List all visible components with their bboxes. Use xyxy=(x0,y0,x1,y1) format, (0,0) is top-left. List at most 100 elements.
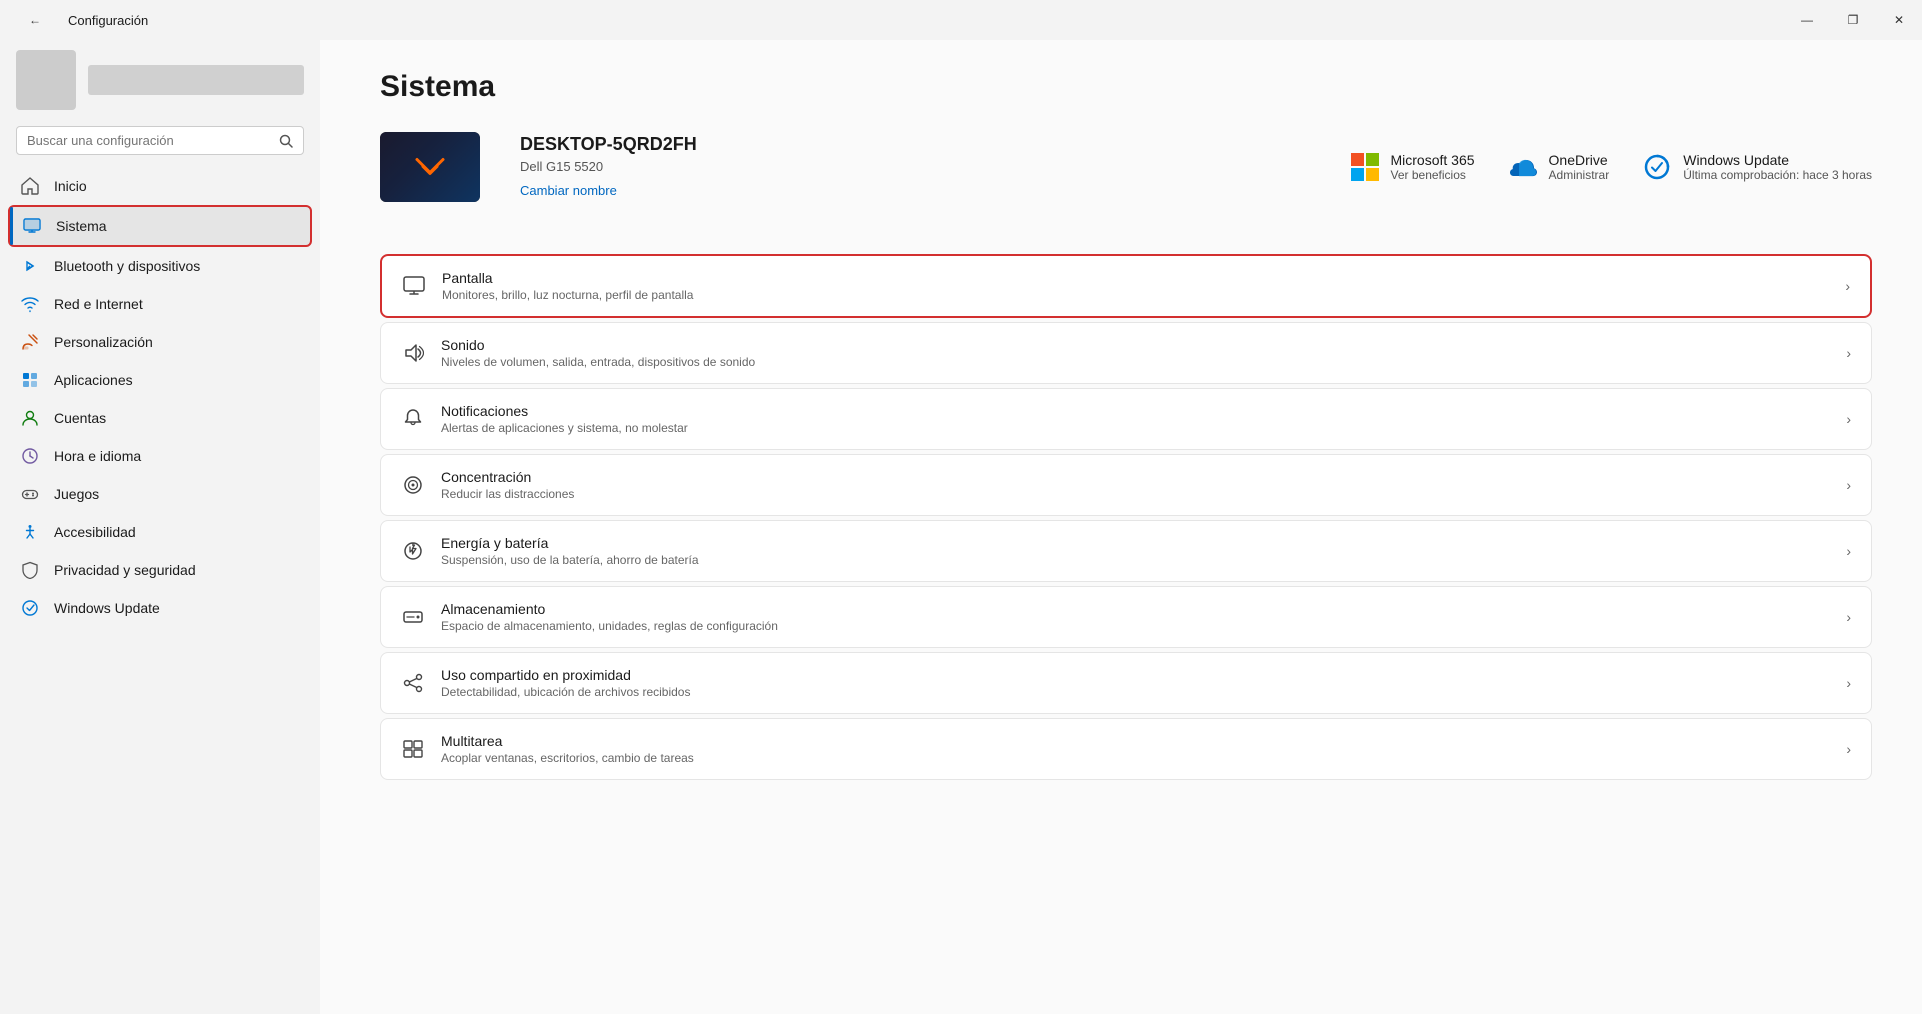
device-preview xyxy=(380,132,480,202)
ms365-link[interactable]: Microsoft 365 Ver beneficios xyxy=(1349,151,1475,183)
notificaciones-text: Notificaciones Alertas de aplicaciones y… xyxy=(441,403,1830,435)
sidebar-item-bluetooth[interactable]: Bluetooth y dispositivos xyxy=(8,247,312,285)
compartido-icon xyxy=(401,671,425,695)
energia-desc: Suspensión, uso de la batería, ahorro de… xyxy=(441,553,1830,567)
sidebar-item-juegos[interactable]: Juegos xyxy=(8,475,312,513)
home-icon xyxy=(20,176,40,196)
compartido-desc: Detectabilidad, ubicación de archivos re… xyxy=(441,685,1830,699)
sidebar-nav: Inicio Sistema xyxy=(0,167,320,627)
sidebar-label-hora: Hora e idioma xyxy=(54,448,141,464)
cuentas-icon xyxy=(20,408,40,428)
titlebar-left: ← Configuración xyxy=(12,0,148,40)
notificaciones-title: Notificaciones xyxy=(441,403,1830,419)
sidebar-label-juegos: Juegos xyxy=(54,486,99,502)
sonido-icon xyxy=(401,341,425,365)
search-box[interactable] xyxy=(16,126,304,155)
settings-item-sonido[interactable]: Sonido Niveles de volumen, salida, entra… xyxy=(380,322,1872,384)
device-image xyxy=(380,132,480,202)
almacenamiento-title: Almacenamiento xyxy=(441,601,1830,617)
compartido-text: Uso compartido en proximidad Detectabili… xyxy=(441,667,1830,699)
sidebar-item-aplicaciones[interactable]: Aplicaciones xyxy=(8,361,312,399)
ms365-sub: Ver beneficios xyxy=(1391,168,1475,182)
energia-icon xyxy=(401,539,425,563)
windowsupdate-title: Windows Update xyxy=(1683,152,1872,168)
energia-arrow: › xyxy=(1846,543,1851,559)
energia-title: Energía y batería xyxy=(441,535,1830,551)
sidebar-item-accesibilidad[interactable]: Accesibilidad xyxy=(8,513,312,551)
settings-item-compartido[interactable]: Uso compartido en proximidad Detectabili… xyxy=(380,652,1872,714)
close-button[interactable]: ✕ xyxy=(1876,0,1922,40)
almacenamiento-icon xyxy=(401,605,425,629)
sidebar-item-cuentas[interactable]: Cuentas xyxy=(8,399,312,437)
multitarea-text: Multitarea Acoplar ventanas, escritorios… xyxy=(441,733,1830,765)
sidebar-label-inicio: Inicio xyxy=(54,178,87,194)
multitarea-icon xyxy=(401,737,425,761)
sidebar-item-inicio[interactable]: Inicio xyxy=(8,167,312,205)
windowsupdate-link[interactable]: Windows Update Última comprobación: hace… xyxy=(1641,151,1872,183)
device-info: DESKTOP-5QRD2FH Dell G15 5520 Cambiar no… xyxy=(520,134,1309,200)
onedrive-link[interactable]: OneDrive Administrar xyxy=(1507,151,1610,183)
settings-item-notificaciones[interactable]: Notificaciones Alertas de aplicaciones y… xyxy=(380,388,1872,450)
search-input[interactable] xyxy=(27,133,271,148)
compartido-arrow: › xyxy=(1846,675,1851,691)
pantalla-text: Pantalla Monitores, brillo, luz nocturna… xyxy=(442,270,1829,302)
sidebar-item-windowsupdate[interactable]: Windows Update xyxy=(8,589,312,627)
sidebar-label-personalizacion: Personalización xyxy=(54,334,153,350)
sonido-text: Sonido Niveles de volumen, salida, entra… xyxy=(441,337,1830,369)
concentracion-desc: Reducir las distracciones xyxy=(441,487,1830,501)
system-links: Microsoft 365 Ver beneficios OneDrive xyxy=(1349,151,1873,183)
notificaciones-desc: Alertas de aplicaciones y sistema, no mo… xyxy=(441,421,1830,435)
onedrive-sub: Administrar xyxy=(1549,168,1610,182)
accesibilidad-icon xyxy=(20,522,40,542)
notificaciones-icon xyxy=(401,407,425,431)
sonido-desc: Niveles de volumen, salida, entrada, dis… xyxy=(441,355,1830,369)
sidebar-item-sistema[interactable]: Sistema xyxy=(8,205,312,247)
titlebar-controls: — ❐ ✕ xyxy=(1784,0,1922,40)
sidebar-label-bluetooth: Bluetooth y dispositivos xyxy=(54,258,200,274)
settings-item-multitarea[interactable]: Multitarea Acoplar ventanas, escritorios… xyxy=(380,718,1872,780)
sidebar-item-red[interactable]: Red e Internet xyxy=(8,285,312,323)
sidebar-label-cuentas: Cuentas xyxy=(54,410,106,426)
sidebar-item-privacidad[interactable]: Privacidad y seguridad xyxy=(8,551,312,589)
sidebar-label-red: Red e Internet xyxy=(54,296,143,312)
multitarea-desc: Acoplar ventanas, escritorios, cambio de… xyxy=(441,751,1830,765)
sidebar: Inicio Sistema xyxy=(0,40,320,1014)
almacenamiento-arrow: › xyxy=(1846,609,1851,625)
network-icon xyxy=(20,294,40,314)
concentracion-arrow: › xyxy=(1846,477,1851,493)
settings-item-almacenamiento[interactable]: Almacenamiento Espacio de almacenamiento… xyxy=(380,586,1872,648)
device-model: Dell G15 5520 xyxy=(520,159,1309,174)
multitarea-title: Multitarea xyxy=(441,733,1830,749)
multitarea-arrow: › xyxy=(1846,741,1851,757)
almacenamiento-text: Almacenamiento Espacio de almacenamiento… xyxy=(441,601,1830,633)
avatar xyxy=(16,50,76,110)
maximize-button[interactable]: ❐ xyxy=(1830,0,1876,40)
compartido-title: Uso compartido en proximidad xyxy=(441,667,1830,683)
windowsupdate-text: Windows Update Última comprobación: hace… xyxy=(1683,152,1872,182)
hora-icon xyxy=(20,446,40,466)
sidebar-item-hora[interactable]: Hora e idioma xyxy=(8,437,312,475)
settings-list: Pantalla Monitores, brillo, luz nocturna… xyxy=(380,254,1872,780)
settings-item-pantalla[interactable]: Pantalla Monitores, brillo, luz nocturna… xyxy=(380,254,1872,318)
active-indicator xyxy=(10,207,13,245)
settings-item-energia[interactable]: Energía y batería Suspensión, uso de la … xyxy=(380,520,1872,582)
sonido-arrow: › xyxy=(1846,345,1851,361)
juegos-icon xyxy=(20,484,40,504)
privacidad-icon xyxy=(20,560,40,580)
onedrive-icon xyxy=(1507,151,1539,183)
back-button[interactable]: ← xyxy=(12,0,58,40)
sidebar-label-accesibilidad: Accesibilidad xyxy=(54,524,136,540)
rename-link[interactable]: Cambiar nombre xyxy=(520,183,617,198)
sidebar-label-privacidad: Privacidad y seguridad xyxy=(54,562,196,578)
onedrive-text: OneDrive Administrar xyxy=(1549,152,1610,182)
minimize-button[interactable]: — xyxy=(1784,0,1830,40)
concentracion-icon xyxy=(401,473,425,497)
settings-item-concentracion[interactable]: Concentración Reducir las distracciones … xyxy=(380,454,1872,516)
ms365-title: Microsoft 365 xyxy=(1391,152,1475,168)
sidebar-item-personalizacion[interactable]: Personalización xyxy=(8,323,312,361)
system-info-card: DESKTOP-5QRD2FH Dell G15 5520 Cambiar no… xyxy=(380,132,1872,226)
pantalla-desc: Monitores, brillo, luz nocturna, perfil … xyxy=(442,288,1829,302)
notificaciones-arrow: › xyxy=(1846,411,1851,427)
apps-icon xyxy=(20,370,40,390)
profile-info xyxy=(88,65,304,95)
